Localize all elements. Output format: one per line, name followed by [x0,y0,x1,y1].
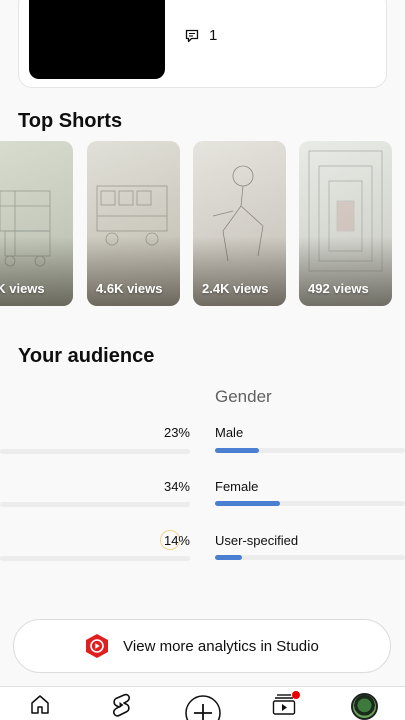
notification-dot [292,691,300,699]
gender-bar-fill [215,501,280,506]
short-views: 492 views [308,281,369,296]
short-thumbnail[interactable]: 2.4K views [193,141,286,306]
view-analytics-label: View more analytics in Studio [123,637,319,655]
video-card[interactable]: 1 [18,0,387,88]
video-thumbnail[interactable] [29,0,165,79]
gender-bar-track [215,555,405,560]
audience-title: Your audience [18,345,155,367]
nav-create[interactable] [185,695,221,720]
short-views: 2.4K views [202,281,269,296]
comment-count: 1 [185,27,217,44]
gender-bar-fill [215,448,259,453]
avatar[interactable] [351,693,378,720]
audience-bar-left [0,556,190,561]
gender-label: Male [215,425,244,440]
nav-subscriptions[interactable] [272,691,300,715]
top-shorts-carousel[interactable]: 0K views 4.6K views 2.4K views [0,141,405,306]
gender-percent: 14% [163,533,190,548]
nav-shorts[interactable] [110,693,132,717]
gender-bar-track [215,448,405,453]
top-shorts-title: Top Shorts [18,110,123,132]
gender-bar-fill [215,555,242,560]
short-thumbnail[interactable]: 0K views [0,141,73,306]
nav-home[interactable] [29,693,51,715]
studio-icon [86,634,109,658]
short-views: 4.6K views [96,281,163,296]
audience-bar-left [0,449,190,454]
gender-bar-track [215,501,405,506]
gender-heading: Gender [215,387,272,406]
comment-icon [185,29,199,42]
create-plus-icon [185,695,221,720]
short-thumbnail[interactable]: 492 views [299,141,392,306]
short-views: 0K views [0,281,45,296]
gender-label: Female [215,479,259,494]
comment-count-value: 1 [209,27,218,44]
gender-label: User-specified [215,533,299,548]
gender-percent: 34% [163,479,190,494]
audience-bar-left [0,502,190,507]
gender-percent: 23% [163,425,190,440]
short-thumbnail[interactable]: 4.6K views [87,141,180,306]
bottom-navigation [0,686,405,720]
shorts-icon [113,693,130,717]
home-icon [31,695,49,714]
view-analytics-button[interactable]: View more analytics in Studio [13,619,391,673]
